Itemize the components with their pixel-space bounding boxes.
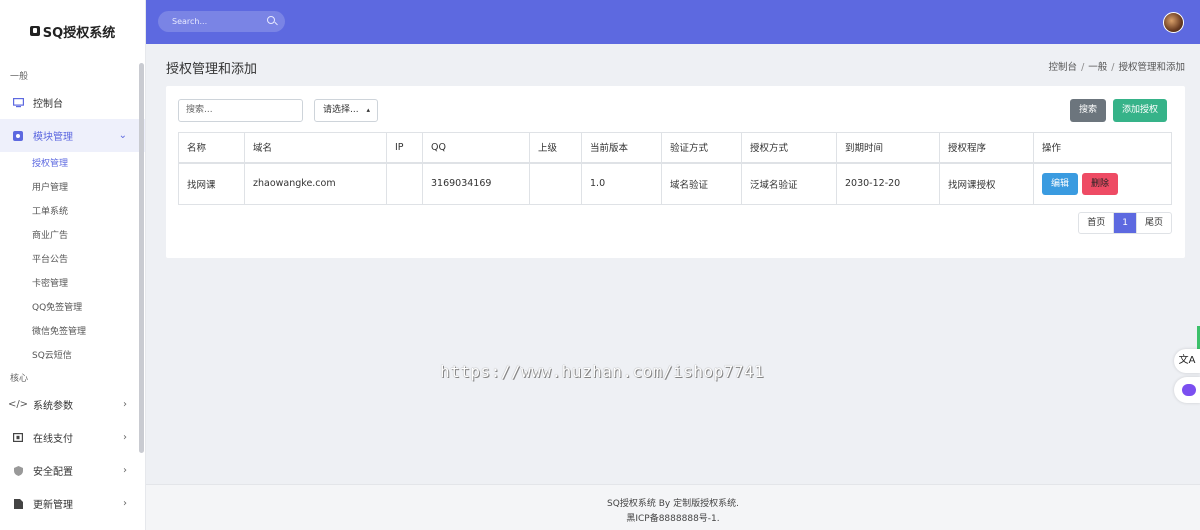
breadcrumb-item-dashboard[interactable]: 控制台 — [1049, 62, 1078, 73]
keyword-input[interactable]: 搜索... — [178, 99, 303, 122]
edit-button[interactable]: 编辑 — [1042, 172, 1078, 195]
module-icon — [12, 130, 24, 142]
cell-actions: 编辑 删除 — [1033, 162, 1172, 205]
search-placeholder: Search... — [172, 17, 208, 26]
page-title: 授权管理和添加 — [166, 62, 258, 77]
page-last[interactable]: 尾页 — [1135, 213, 1171, 233]
search-button[interactable]: 搜索 — [1070, 99, 1106, 122]
cell-expire: 2030-12-20 — [836, 162, 940, 205]
search-icon[interactable] — [267, 16, 275, 24]
cell-domain: zhaowangke.com — [244, 162, 387, 205]
brand-logo[interactable]: SQ授权系统 — [0, 0, 145, 62]
updown-arrow-icon: ▴ — [366, 106, 370, 114]
pagination: 首页 1 尾页 — [1078, 212, 1172, 234]
table-header-cell: 到期时间 — [836, 132, 940, 164]
cell-auth-type: 泛域名验证 — [741, 162, 837, 205]
translate-icon[interactable]: 文A — [1174, 349, 1200, 373]
shield-logo-icon — [29, 26, 40, 36]
table-header-cell: QQ — [422, 132, 530, 164]
sidebar-item-system-params[interactable]: </> 系统参数 › — [0, 388, 145, 421]
delete-button[interactable]: 删除 — [1082, 172, 1118, 195]
sidebar-item-module-mgmt[interactable]: 模块管理 ⌄ — [0, 119, 145, 152]
footer-icp[interactable]: 黑ICP备8888888号-1. — [146, 512, 1200, 527]
section-title-general: 一般 — [10, 72, 29, 82]
table-row: 找网课 zhaowangke.com 3169034169 1.0 域名验证 泛… — [178, 162, 1172, 205]
sidebar-item-label: 控制台 — [33, 99, 63, 110]
breadcrumb-item-general[interactable]: 一般 — [1088, 62, 1107, 73]
sidebar-subitem-notice[interactable]: 平台公告 — [0, 248, 145, 272]
sidebar-item-dashboard[interactable]: 控制台 — [0, 86, 145, 119]
sidebar-item-label: 安全配置 — [33, 467, 73, 478]
sidebar-scrollbar[interactable] — [139, 63, 144, 453]
sidebar-subitem-user-mgmt[interactable]: 用户管理 — [0, 176, 145, 200]
sidebar-item-label: 在线支付 — [33, 434, 73, 445]
sidebar-item-label: 更新管理 — [33, 500, 73, 511]
sidebar-subitem-wechat-pay[interactable]: 微信免签管理 — [0, 320, 145, 344]
chevron-right-icon: › — [123, 432, 127, 443]
monitor-icon — [12, 97, 24, 109]
table-header-cell: 操作 — [1033, 132, 1172, 164]
cell-name: 找网课 — [178, 162, 245, 205]
search-input[interactable]: Search... — [158, 11, 285, 32]
table-header-cell: 上级 — [529, 132, 582, 164]
auth-table: 名称 域名 IP QQ 上级 当前版本 验证方式 授权方式 到期时间 授权程序 … — [178, 132, 1172, 205]
page-current[interactable]: 1 — [1113, 213, 1136, 233]
breadcrumb-item-current: 授权管理和添加 — [1118, 62, 1185, 73]
sidebar-subitem-sms[interactable]: SQ云短信 — [0, 344, 145, 368]
chevron-right-icon: › — [123, 498, 127, 509]
brand-name: SQ授权系统 — [42, 25, 116, 41]
table-header-cell: 授权方式 — [741, 132, 837, 164]
filter-select[interactable]: 请选择... ▴ — [314, 99, 378, 122]
code-icon: </> — [7, 399, 29, 410]
shield-icon — [12, 465, 24, 477]
sidebar-item-security[interactable]: 安全配置 › — [0, 454, 145, 487]
sidebar: SQ授权系统 一般 控制台 模块管理 ⌄ 授权管理 用户管理 工单系统 商业广告… — [0, 0, 146, 530]
breadcrumb: 控制台 / 一般 / 授权管理和添加 — [1049, 59, 1185, 73]
sidebar-item-updates[interactable]: 更新管理 › — [0, 487, 145, 520]
cell-program: 找网课授权 — [939, 162, 1034, 205]
breadcrumb-separator: / — [1111, 62, 1115, 73]
sidebar-subitem-qq-pay[interactable]: QQ免签管理 — [0, 296, 145, 320]
table-header-row: 名称 域名 IP QQ 上级 当前版本 验证方式 授权方式 到期时间 授权程序 … — [178, 132, 1172, 164]
avatar[interactable] — [1163, 12, 1184, 33]
sidebar-item-label: 模块管理 — [33, 132, 73, 143]
sidebar-subitem-ads[interactable]: 商业广告 — [0, 224, 145, 248]
chevron-down-icon: ⌄ — [118, 130, 127, 141]
table-header-cell: 名称 — [178, 132, 245, 164]
auth-card: 搜索... 请选择... ▴ 搜索 添加授权 名称 域名 IP QQ 上级 当前… — [166, 86, 1185, 258]
cell-verify: 域名验证 — [661, 162, 742, 205]
payment-icon — [12, 432, 24, 444]
table-header-cell: 当前版本 — [581, 132, 662, 164]
table-header-cell: IP — [386, 132, 423, 164]
breadcrumb-separator: / — [1081, 62, 1085, 73]
sidebar-item-label: 系统参数 — [33, 401, 73, 412]
cell-ip — [386, 162, 423, 205]
cell-qq: 3169034169 — [422, 162, 530, 205]
table-header-cell: 域名 — [244, 132, 387, 164]
section-title-core: 核心 — [10, 374, 29, 384]
cell-version: 1.0 — [581, 162, 662, 205]
topbar: Search... — [146, 0, 1200, 44]
watermark-text: https://www.huzhan.com/ishop7741 — [440, 362, 765, 381]
sidebar-item-payment[interactable]: 在线支付 › — [0, 421, 145, 454]
footer-copyright: SQ授权系统 By 定制版授权系统. — [607, 499, 739, 509]
footer: SQ授权系统 By 定制版授权系统. 黑ICP备8888888号-1. — [146, 484, 1200, 530]
add-auth-button[interactable]: 添加授权 — [1113, 99, 1167, 122]
table-header-cell: 验证方式 — [661, 132, 742, 164]
cell-parent — [529, 162, 582, 205]
filter-select-value: 请选择... — [323, 105, 359, 115]
chevron-right-icon: › — [123, 399, 127, 410]
chevron-right-icon: › — [123, 465, 127, 476]
page-first[interactable]: 首页 — [1079, 213, 1113, 233]
file-icon — [12, 498, 24, 510]
chatbot-icon[interactable] — [1174, 377, 1200, 403]
sidebar-subitem-auth-mgmt[interactable]: 授权管理 — [0, 152, 145, 176]
sidebar-subitem-ticket[interactable]: 工单系统 — [0, 200, 145, 224]
table-header-cell: 授权程序 — [939, 132, 1034, 164]
sidebar-subitem-cardkey[interactable]: 卡密管理 — [0, 272, 145, 296]
